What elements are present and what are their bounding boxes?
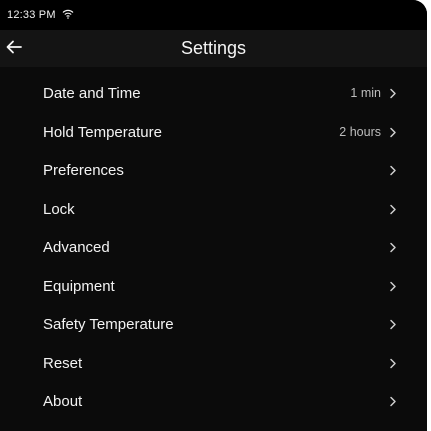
chevron-right-icon	[390, 242, 396, 253]
chevron-right-icon	[390, 165, 396, 176]
settings-row-about[interactable]: About	[0, 382, 427, 421]
chevron-right-icon	[390, 204, 396, 214]
chevron-right-icon	[390, 127, 396, 137]
chevron-right-icon	[390, 281, 396, 291]
settings-row-label: About	[43, 393, 83, 410]
settings-row-label: Hold Temperature	[43, 123, 162, 141]
page-title: Settings	[180, 38, 247, 58]
settings-row-date-and-time[interactable]: Date and Time 1 min	[0, 74, 427, 113]
chevron-right-icon	[390, 88, 396, 99]
settings-row-equipment[interactable]: Equipment	[0, 267, 427, 306]
chevron-right-icon	[390, 358, 396, 368]
settings-row-label: Equipment	[43, 277, 115, 295]
wifi-icon	[62, 9, 74, 19]
status-time: 12:33 PM	[7, 9, 56, 21]
chevron-right-icon	[390, 396, 396, 407]
chevron-right-icon	[390, 319, 396, 330]
status-bar: 12:33 PM	[0, 0, 427, 30]
settings-row-label: Lock	[43, 200, 75, 218]
settings-row-label: Date and Time	[43, 85, 141, 102]
settings-row-safety-temperature[interactable]: Safety Temperature	[0, 305, 427, 344]
settings-row-value: 1 min	[350, 86, 381, 100]
settings-row-label: Advanced	[43, 239, 110, 256]
settings-row-value: 2 hours	[339, 124, 381, 139]
device-screen: 12:33 PM Settings Date and Time 1 min Hold…	[0, 0, 427, 431]
settings-header: Settings	[0, 30, 427, 67]
settings-row-preferences[interactable]: Preferences	[0, 151, 427, 190]
settings-list: Date and Time 1 min Hold Temperature 2 hour…	[0, 74, 427, 421]
settings-row-label: Safety Temperature	[43, 316, 174, 333]
settings-row-lock[interactable]: Lock	[0, 190, 427, 229]
settings-row-advanced[interactable]: Advanced	[0, 228, 427, 267]
settings-row-label: Preferences	[43, 162, 124, 179]
settings-row-reset[interactable]: Reset	[0, 344, 427, 383]
settings-row-hold-temperature[interactable]: Hold Temperature 2 hours	[0, 113, 427, 152]
settings-row-label: Reset	[43, 354, 83, 372]
